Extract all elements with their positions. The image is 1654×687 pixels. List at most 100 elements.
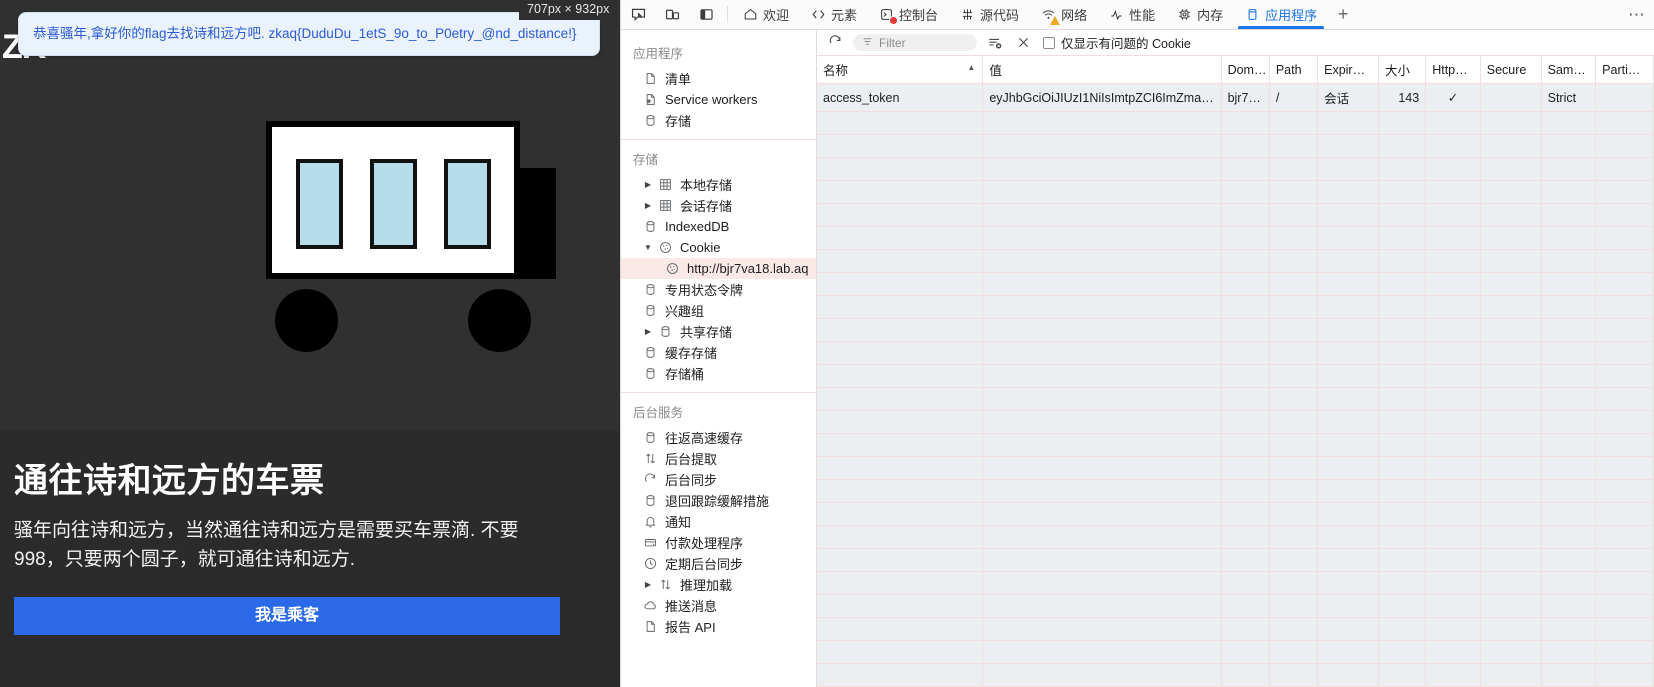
sidebar-item-[interactable]: 后台同步	[621, 469, 816, 490]
sidebar-item-[interactable]: 定期后台同步	[621, 553, 816, 574]
sidebar-item-[interactable]: 兴趣组	[621, 300, 816, 321]
sidebar-item-[interactable]: ▶ 共享存储	[621, 321, 816, 342]
devtools-more-button[interactable]: ⋯	[1620, 0, 1654, 29]
sidebar-item-cookie[interactable]: ▼ Cookie	[621, 237, 816, 258]
sidebar-item-[interactable]: ▶ 本地存储	[621, 174, 816, 195]
table-empty-cell	[1378, 640, 1427, 664]
passenger-button[interactable]: 我是乘客	[14, 596, 560, 635]
tab-sources[interactable]: 源代码	[949, 0, 1030, 29]
sidebar-item-[interactable]: 存储	[621, 110, 816, 131]
column-header[interactable]: 大小	[1378, 56, 1427, 84]
table-empty-row	[817, 617, 1654, 641]
sidebar-item-[interactable]: 推送消息	[621, 595, 816, 616]
sidebar-item-[interactable]: 专用状态令牌	[621, 279, 816, 300]
tab-application[interactable]: 应用程序	[1234, 0, 1328, 29]
table-empty-cell	[817, 226, 984, 250]
code-icon	[811, 7, 826, 22]
column-header[interactable]: Sam…	[1541, 56, 1597, 84]
sidebar-item-[interactable]: 往返高速缓存	[621, 427, 816, 448]
refresh-icon[interactable]	[825, 33, 845, 53]
sidebar-item-[interactable]: 缓存存储	[621, 342, 816, 363]
sidebar-item-label: 通知	[665, 515, 692, 530]
table-empty-row	[817, 433, 1654, 457]
column-header[interactable]: Parti…	[1595, 56, 1654, 84]
table-empty-cell	[1378, 433, 1427, 457]
clear-filter-icon[interactable]	[985, 33, 1005, 53]
table-empty-cell	[982, 180, 1222, 204]
sidebar-item-[interactable]: ▶ 会话存储	[621, 195, 816, 216]
table-empty-cell	[1480, 249, 1542, 273]
tab-elements[interactable]: 元素	[800, 0, 868, 29]
column-header[interactable]: Dom…	[1221, 56, 1270, 84]
add-tab-button[interactable]: +	[1328, 0, 1358, 29]
ticket-card: 通往诗和远方的车票 骚年向往诗和远方，当然通往诗和远方是需要买车票滴. 不要 9…	[0, 431, 620, 687]
table-empty-cell	[1269, 594, 1319, 618]
table-empty-cell	[1480, 364, 1542, 388]
table-empty-cell	[1378, 502, 1427, 526]
table-empty-cell	[1595, 180, 1654, 204]
sort-asc-icon: ▲	[967, 63, 976, 72]
application-sidebar: 应用程序 清单 Service workers 存储 存储 ▶ 本地存储 ▶ 会话存储 Index…	[621, 30, 817, 687]
table-empty-cell	[1595, 640, 1654, 664]
table-cell: Strict	[1541, 83, 1597, 112]
sidebar-item-[interactable]: 存储桶	[621, 363, 816, 384]
column-header[interactable]: Expir…	[1317, 56, 1379, 84]
sidebar-item-http-bjr7va18-lab-aq[interactable]: http://bjr7va18.lab.aq	[621, 258, 816, 279]
table-empty-cell	[1221, 111, 1270, 135]
column-header[interactable]: Path	[1269, 56, 1319, 84]
sidebar-item-indexeddb[interactable]: IndexedDB	[621, 216, 816, 237]
sidebar-item-[interactable]: 付款处理程序	[621, 532, 816, 553]
table-empty-cell	[1595, 295, 1654, 319]
table-empty-cell	[1378, 111, 1427, 135]
table-empty-cell	[1595, 433, 1654, 457]
chevron-right-icon[interactable]: ▶	[643, 327, 653, 336]
tab-welcome[interactable]: 欢迎	[732, 0, 800, 29]
table-empty-cell	[1221, 663, 1270, 687]
column-header[interactable]: Http…	[1425, 56, 1481, 84]
show-problems-checkbox[interactable]: 仅显示有问题的 Cookie	[1043, 33, 1191, 52]
table-empty-cell	[1541, 663, 1597, 687]
sidebar-item-[interactable]: 通知	[621, 511, 816, 532]
column-header[interactable]: 值	[982, 56, 1222, 84]
tab-memory[interactable]: 内存	[1166, 0, 1234, 29]
tab-network[interactable]: 网络	[1030, 0, 1098, 29]
checkbox-box[interactable]	[1043, 36, 1055, 49]
clear-all-cookies-icon[interactable]	[1013, 33, 1033, 53]
column-header[interactable]: 名称 ▲	[817, 56, 984, 84]
memory-icon	[1177, 7, 1192, 22]
inspect-element-icon[interactable]	[621, 0, 655, 29]
tabbar-divider	[727, 6, 728, 23]
filter-input[interactable]: Filter	[853, 34, 977, 51]
application-icon	[1245, 7, 1260, 22]
table-empty-cell	[1378, 364, 1427, 388]
sidebar-item-[interactable]: 清单	[621, 68, 816, 89]
chevron-down-icon[interactable]: ▼	[643, 243, 653, 252]
table-empty-cell	[1378, 203, 1427, 227]
tab-console[interactable]: 控制台	[868, 0, 949, 29]
table-empty-cell	[817, 410, 984, 434]
sidebar-item-service-workers[interactable]: Service workers	[621, 89, 816, 110]
chevron-right-icon[interactable]: ▶	[643, 180, 653, 189]
column-header[interactable]: Secure	[1480, 56, 1542, 84]
table-empty-cell	[817, 295, 984, 319]
sidebar-item-[interactable]: 后台提取	[621, 448, 816, 469]
dock-side-icon[interactable]	[689, 0, 723, 29]
table-empty-cell	[1480, 571, 1542, 595]
tab-performance[interactable]: 性能	[1098, 0, 1166, 29]
sidebar-item-[interactable]: 退回跟踪缓解措施	[621, 490, 816, 511]
column-header-label: 值	[989, 64, 1002, 78]
table-empty-cell	[1317, 525, 1379, 549]
device-toolbar-icon[interactable]	[655, 0, 689, 29]
sidebar-item-api[interactable]: 报告 API	[621, 616, 816, 637]
sidebar-item-label: http://bjr7va18.lab.aq	[687, 261, 809, 276]
table-empty-cell	[1480, 479, 1542, 503]
sidebar-item-[interactable]: ▶ 推理加载	[621, 574, 816, 595]
table-empty-cell	[1317, 341, 1379, 365]
table-empty-cell	[1541, 433, 1597, 457]
table-empty-cell	[982, 410, 1222, 434]
table-row[interactable]: access_token eyJhbGciOiJIUzI1NiIsImtpZCI6…	[817, 83, 1654, 112]
table-empty-cell	[1541, 479, 1597, 503]
chevron-right-icon[interactable]: ▶	[643, 201, 653, 210]
chevron-right-icon[interactable]: ▶	[643, 580, 653, 589]
table-empty-cell	[1541, 548, 1597, 572]
